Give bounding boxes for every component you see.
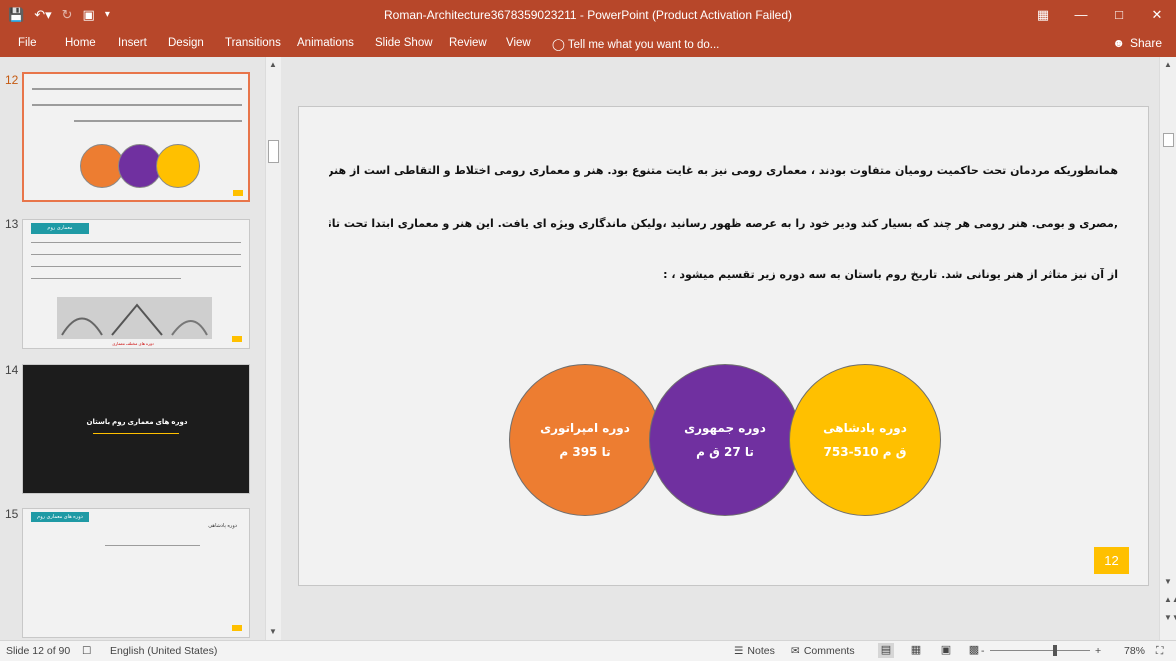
window-title: Roman-Architecture3678359023211 - PowerP… bbox=[384, 8, 792, 22]
circle-imperial-title: دوره امپراتوری bbox=[540, 421, 630, 435]
thumb-13-caption: دوره های مختلف معماری bbox=[112, 341, 154, 346]
thumbnail-scrollbar[interactable]: ▲ ▼ bbox=[265, 57, 281, 640]
slide-paragraph-line-3[interactable]: از آن نیز متاثر از هنر یونانی شد. تاریخ … bbox=[329, 268, 1118, 281]
slide-paragraph-line-2[interactable]: ,مصری و بومی. هنر رومی هر چند که بسیار ک… bbox=[329, 217, 1118, 230]
next-slide-icon[interactable]: ▼▼ bbox=[1164, 613, 1176, 622]
close-icon[interactable]: ✕ bbox=[1138, 0, 1176, 30]
person-icon: ☻ bbox=[1112, 36, 1125, 50]
scroll-down-icon[interactable]: ▼ bbox=[1164, 577, 1172, 586]
ribbon-display-options-icon[interactable]: ▦ bbox=[1024, 0, 1062, 30]
tab-slide-show[interactable]: Slide Show bbox=[375, 37, 433, 49]
slide-sorter-icon[interactable]: ▦ bbox=[908, 643, 924, 658]
scrollbar-thumb[interactable] bbox=[268, 140, 279, 163]
tab-insert[interactable]: Insert bbox=[118, 37, 147, 49]
scroll-up-icon[interactable]: ▲ bbox=[1164, 60, 1172, 69]
editor-scrollbar[interactable]: ▲ ▼ ▲▲ ▼▼ bbox=[1159, 57, 1176, 640]
slide-paragraph-line-1[interactable]: همانطوریکه مردمان تحت حاکمیت رومیان متفا… bbox=[329, 164, 1118, 177]
circle-imperial-subtitle: تا 395 م bbox=[559, 445, 611, 459]
tab-view[interactable]: View bbox=[506, 37, 531, 49]
tab-home[interactable]: Home bbox=[65, 37, 96, 49]
thumbnail-slide-13[interactable]: معماری روم دوره های مختلف معماری bbox=[22, 219, 250, 349]
thumb-13-image bbox=[57, 297, 212, 339]
notes-button[interactable]: ☰ Notes bbox=[734, 645, 775, 657]
thumb-15-subtitle: دوره پادشاهی bbox=[208, 523, 237, 529]
slide-page-number: 12 bbox=[1094, 547, 1129, 574]
thumbnail-slide-15[interactable]: دوره های معماری روم دوره پادشاهی bbox=[22, 508, 250, 638]
reading-view-icon[interactable]: ▣ bbox=[938, 643, 954, 658]
zoom-out-button[interactable]: - bbox=[981, 645, 985, 657]
circle-kingdom[interactable]: دوره پادشاهی 753-510 ق م bbox=[789, 364, 941, 516]
thumb-number-12: 12 bbox=[5, 73, 19, 87]
circle-imperial[interactable]: دوره امپراتوری تا 395 م bbox=[509, 364, 661, 516]
zoom-in-button[interactable]: + bbox=[1095, 645, 1101, 657]
circle-kingdom-title: دوره پادشاهی bbox=[823, 421, 907, 435]
tab-animations[interactable]: Animations bbox=[297, 37, 354, 49]
scroll-down-icon[interactable]: ▼ bbox=[269, 627, 277, 636]
title-bar: 💾 ↶▾ ↻ ▣ ▾ Roman-Architecture36783590232… bbox=[0, 0, 1176, 30]
circle-republic-title: دوره جمهوری bbox=[684, 421, 766, 435]
maximize-icon[interactable]: □ bbox=[1100, 0, 1138, 30]
language-indicator[interactable]: English (United States) bbox=[110, 645, 217, 657]
slide-editor: همانطوریکه مردمان تحت حاکمیت رومیان متفا… bbox=[282, 57, 1159, 640]
zoom-slider-handle[interactable] bbox=[1053, 645, 1057, 656]
scroll-up-icon[interactable]: ▲ bbox=[269, 60, 277, 69]
fit-to-window-icon[interactable]: ⛶ bbox=[1156, 645, 1163, 658]
current-slide[interactable]: همانطوریکه مردمان تحت حاکمیت رومیان متفا… bbox=[298, 106, 1149, 586]
circle-kingdom-subtitle: 753-510 ق م bbox=[823, 445, 907, 459]
thumb-number-14: 14 bbox=[5, 363, 19, 377]
thumb-15-title: دوره های معماری روم bbox=[31, 512, 89, 522]
scrollbar-thumb[interactable] bbox=[1163, 133, 1174, 147]
thumb-14-title: دوره های معماری روم باستان bbox=[86, 419, 188, 426]
comments-label: Comments bbox=[803, 645, 855, 657]
slideshow-view-icon[interactable]: ▩ bbox=[966, 643, 982, 658]
ribbon-tabs: File Home Insert Design Transitions Anim… bbox=[0, 30, 1176, 57]
thumb-number-15: 15 bbox=[5, 507, 19, 521]
tab-design[interactable]: Design bbox=[168, 37, 204, 49]
slide-indicator: Slide 12 of 90 bbox=[6, 645, 71, 657]
comment-icon: ✉ bbox=[791, 645, 800, 657]
lightbulb-icon: ◯ bbox=[552, 39, 565, 51]
previous-slide-icon[interactable]: ▲▲ bbox=[1164, 595, 1176, 604]
share-button[interactable]: ☻ Share bbox=[1112, 33, 1162, 53]
thumbnail-slide-12[interactable] bbox=[22, 72, 250, 202]
window-controls: ▦ — □ ✕ bbox=[1024, 0, 1176, 30]
tell-me-box[interactable]: ◯ Tell me what you want to do... bbox=[552, 37, 719, 51]
tab-file[interactable]: File bbox=[18, 37, 37, 49]
circle-republic[interactable]: دوره جمهوری تا 27 ق م bbox=[649, 364, 801, 516]
spellcheck-icon[interactable]: ☐ bbox=[82, 645, 91, 657]
thumbnail-slide-14[interactable]: دوره های معماری روم باستان bbox=[22, 364, 250, 494]
thumb-13-title: معماری روم bbox=[31, 223, 89, 234]
status-bar: Slide 12 of 90 ☐ English (United States)… bbox=[0, 640, 1176, 661]
zoom-slider[interactable] bbox=[990, 650, 1090, 651]
tab-review[interactable]: Review bbox=[449, 37, 487, 49]
circle-republic-subtitle: تا 27 ق م bbox=[696, 445, 754, 459]
comments-button[interactable]: ✉ Comments bbox=[791, 645, 855, 657]
slide-thumbnail-pane: 12 13 معماری روم دوره های مختلف معماری 1… bbox=[0, 57, 264, 640]
thumb-number-13: 13 bbox=[5, 217, 19, 231]
notes-icon: ☰ bbox=[734, 645, 744, 657]
share-label: Share bbox=[1129, 36, 1162, 50]
tab-transitions[interactable]: Transitions bbox=[225, 37, 281, 49]
normal-view-icon[interactable]: ▤ bbox=[878, 643, 894, 658]
notes-label: Notes bbox=[747, 645, 775, 657]
minimize-icon[interactable]: — bbox=[1062, 0, 1100, 30]
zoom-level[interactable]: 78% bbox=[1124, 645, 1145, 657]
tell-me-text: Tell me what you want to do... bbox=[567, 39, 720, 51]
